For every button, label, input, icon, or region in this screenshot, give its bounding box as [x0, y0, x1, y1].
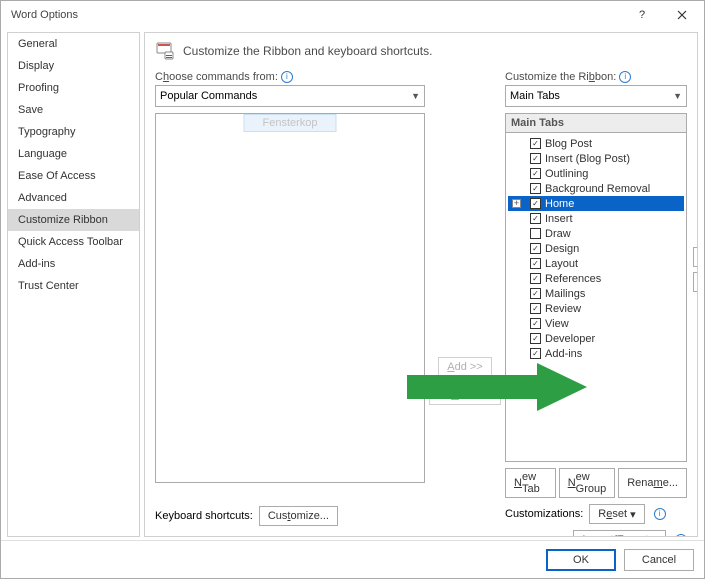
commands-listbox[interactable]: Fensterkop	[155, 113, 425, 483]
new-group-button[interactable]: New Group	[559, 468, 616, 498]
tab-item-label: Layout	[545, 258, 578, 270]
reorder-buttons: ▲ ▼	[693, 247, 698, 292]
sidebar-item-ease-of-access[interactable]: Ease Of Access	[8, 165, 139, 187]
tab-item[interactable]: ✓ Design	[508, 241, 684, 256]
tab-item-label: Draw	[545, 228, 571, 240]
window-title: Word Options	[11, 9, 622, 21]
checkbox[interactable]: ✓	[530, 138, 541, 149]
tab-item[interactable]: ✓ Add-ins	[508, 346, 684, 361]
help-button[interactable]: ?	[622, 2, 662, 28]
word-options-dialog: Word Options ? GeneralDisplayProofingSav…	[0, 0, 705, 579]
sidebar-item-trust-center[interactable]: Trust Center	[8, 275, 139, 297]
customize-ribbon-label: Customize the Ribbon:i	[505, 71, 687, 83]
new-tab-button[interactable]: New Tab	[505, 468, 556, 498]
info-icon[interactable]: i	[619, 71, 631, 83]
checkbox[interactable]: ✓	[530, 258, 541, 269]
info-icon[interactable]: i	[654, 508, 666, 520]
tab-item[interactable]: ✓ Layout	[508, 256, 684, 271]
sidebar-item-save[interactable]: Save	[8, 99, 139, 121]
checkbox[interactable]: ✓	[530, 348, 541, 359]
move-down-button[interactable]: ▼	[693, 272, 698, 292]
sidebar-item-advanced[interactable]: Advanced	[8, 187, 139, 209]
checkbox[interactable]: ✓	[530, 318, 541, 329]
sidebar-item-general[interactable]: General	[8, 33, 139, 55]
tab-item-label: Blog Post	[545, 138, 592, 150]
sidebar-item-language[interactable]: Language	[8, 143, 139, 165]
tab-item[interactable]: + ✓ Home	[508, 196, 684, 211]
keyboard-shortcuts-label: Keyboard shortcuts:	[155, 510, 253, 522]
choose-commands-combo[interactable]: Popular Commands▼	[155, 85, 425, 107]
category-sidebar: GeneralDisplayProofingSaveTypographyLang…	[7, 32, 140, 537]
checkbox[interactable]: ✓	[530, 243, 541, 254]
tab-item[interactable]: ✓ Developer	[508, 331, 684, 346]
checkbox[interactable]: ✓	[530, 333, 541, 344]
tab-item-label: Design	[545, 243, 579, 255]
panel-heading: Customize the Ribbon and keyboard shortc…	[183, 44, 432, 58]
tab-item-label: Review	[545, 303, 581, 315]
tab-item[interactable]: ✓ Review	[508, 301, 684, 316]
checkbox[interactable]: ✓	[530, 183, 541, 194]
tab-item[interactable]: ✓ Insert (Blog Post)	[508, 151, 684, 166]
sidebar-item-add-ins[interactable]: Add-ins	[8, 253, 139, 275]
reset-button[interactable]: Reset ▾	[589, 504, 644, 524]
tab-item[interactable]: ✓ Background Removal	[508, 181, 684, 196]
add-button[interactable]: Add >>	[438, 357, 491, 377]
sidebar-item-proofing[interactable]: Proofing	[8, 77, 139, 99]
expand-icon[interactable]: +	[512, 199, 521, 208]
sidebar-item-display[interactable]: Display	[8, 55, 139, 77]
tab-item-label: Mailings	[545, 288, 585, 300]
checkbox[interactable]: ✓	[530, 198, 541, 209]
ok-button[interactable]: OK	[546, 549, 616, 571]
customize-shortcuts-button[interactable]: Customize...	[259, 506, 338, 526]
sidebar-item-customize-ribbon[interactable]: Customize Ribbon	[8, 209, 139, 231]
tab-item-label: Home	[545, 198, 574, 210]
tab-item-label: Add-ins	[545, 348, 582, 360]
tab-item-label: Insert (Blog Post)	[545, 153, 630, 165]
import-export-button[interactable]: Import/Export ▾	[573, 530, 666, 537]
tab-item-label: Developer	[545, 333, 595, 345]
tab-item-label: Outlining	[545, 168, 588, 180]
tabs-header: Main Tabs	[505, 113, 687, 132]
tab-item[interactable]: ✓ Mailings	[508, 286, 684, 301]
tab-item[interactable]: ✓ Outlining	[508, 166, 684, 181]
close-button[interactable]	[662, 2, 702, 28]
checkbox[interactable]	[530, 228, 541, 239]
tab-item[interactable]: ✓ Insert	[508, 211, 684, 226]
customizations-label: Customizations:	[505, 508, 583, 520]
rename-button[interactable]: Rename...	[618, 468, 687, 498]
info-icon[interactable]: i	[281, 71, 293, 83]
dialog-footer: OK Cancel	[1, 540, 704, 578]
info-icon[interactable]: i	[675, 534, 687, 537]
tabs-tree[interactable]: ✓Blog Post✓Insert (Blog Post)✓Outlining✓…	[505, 132, 687, 462]
ribbon-icon	[155, 41, 175, 61]
customize-ribbon-combo[interactable]: Main Tabs▼	[505, 85, 687, 107]
checkbox[interactable]: ✓	[530, 153, 541, 164]
remove-button[interactable]: << Remove	[429, 385, 501, 405]
chevron-down-icon: ▼	[673, 91, 682, 101]
tab-item[interactable]: ✓ References	[508, 271, 684, 286]
chevron-down-icon: ▼	[411, 91, 420, 101]
checkbox[interactable]: ✓	[530, 303, 541, 314]
checkbox[interactable]: ✓	[530, 168, 541, 179]
checkbox[interactable]: ✓	[530, 213, 541, 224]
sidebar-item-typography[interactable]: Typography	[8, 121, 139, 143]
cancel-button[interactable]: Cancel	[624, 549, 694, 571]
sidebar-item-quick-access-toolbar[interactable]: Quick Access Toolbar	[8, 231, 139, 253]
tab-item-label: Insert	[545, 213, 573, 225]
tab-item-label: References	[545, 273, 601, 285]
checkbox[interactable]: ✓	[530, 288, 541, 299]
checkbox[interactable]: ✓	[530, 273, 541, 284]
tab-item[interactable]: ✓ Blog Post	[508, 136, 684, 151]
tab-item-label: View	[545, 318, 569, 330]
choose-commands-label: Choose commands from:i	[155, 71, 425, 83]
tab-item[interactable]: Draw	[508, 226, 684, 241]
main-panel: Customize the Ribbon and keyboard shortc…	[144, 32, 698, 537]
tab-item[interactable]: ✓ View	[508, 316, 684, 331]
ghost-hint: Fensterkop	[243, 114, 336, 132]
titlebar: Word Options ?	[1, 1, 704, 29]
tab-item-label: Background Removal	[545, 183, 650, 195]
move-up-button[interactable]: ▲	[693, 247, 698, 267]
